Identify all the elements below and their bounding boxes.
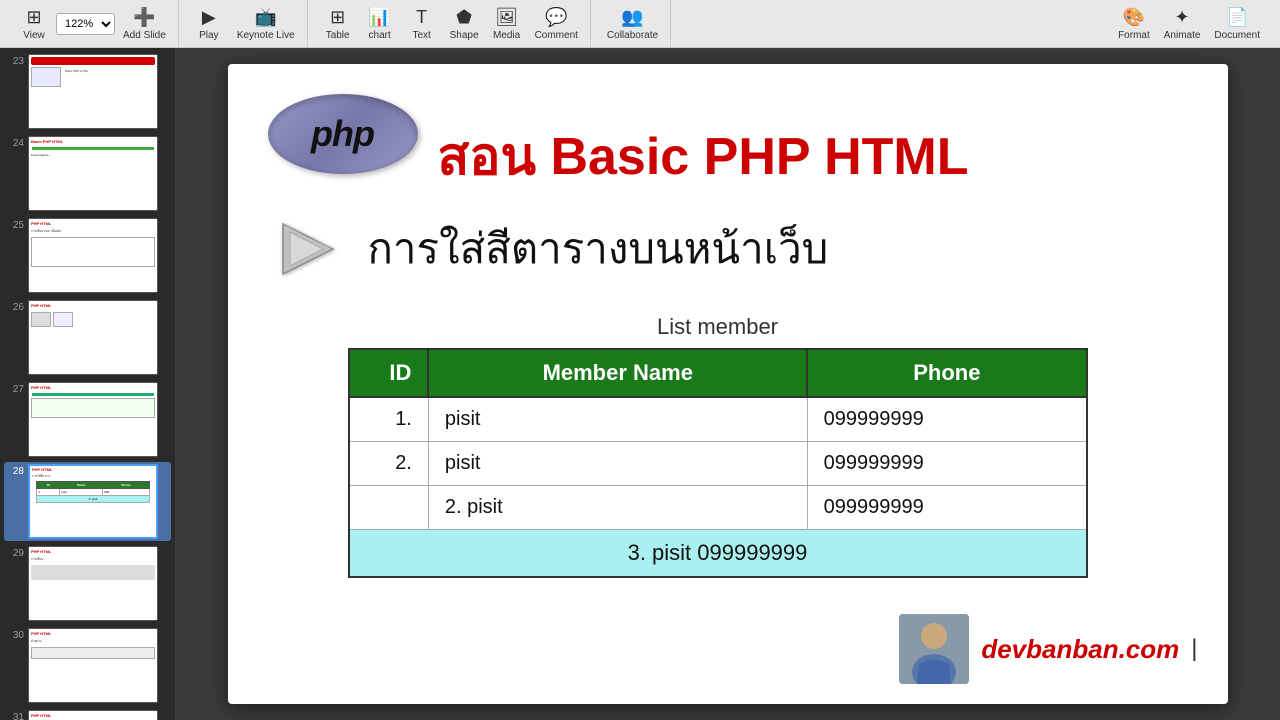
cell-id-2: 2. bbox=[349, 442, 429, 486]
cell-name-1: pisit bbox=[428, 397, 807, 442]
slide-panel: 23 Basic PHP HTML 24 Basic PHP HTML Lore… bbox=[0, 48, 175, 720]
slide-thumb-29[interactable]: 29 PHP HTML การเขียน... bbox=[4, 544, 171, 623]
slide-thumb-31[interactable]: 31 PHP HTML สอน Youtube PHP bbox=[4, 708, 171, 720]
play-group: ▶ Play 📺 Keynote Live bbox=[183, 0, 308, 47]
slide-main-title: สอน Basic PHP HTML bbox=[438, 114, 969, 197]
document-label: Document bbox=[1214, 30, 1260, 41]
slide-thumb-24[interactable]: 24 Basic PHP HTML Lorem ipsum... bbox=[4, 134, 171, 213]
add-slide-icon: ➕ bbox=[133, 7, 155, 28]
text-icon: T bbox=[416, 7, 427, 28]
chart-button[interactable]: 📊 chart bbox=[360, 5, 400, 43]
table-container: List member ID Member Name Phone 1. pisi… bbox=[348, 314, 1088, 578]
toolbar: ⊞ View 122% ➕ Add Slide ▶ Play 📺 Keynote… bbox=[0, 0, 1280, 48]
table-row: 1. pisit 099999999 bbox=[349, 397, 1087, 442]
comment-icon: 💬 bbox=[545, 7, 567, 28]
collaborate-icon: 👥 bbox=[621, 7, 643, 28]
cell-id-3 bbox=[349, 486, 429, 530]
cell-phone-1: 099999999 bbox=[807, 397, 1086, 442]
table-row: 2. pisit 099999999 bbox=[349, 486, 1087, 530]
keynote-live-icon: 📺 bbox=[255, 7, 277, 28]
format-icon: 🎨 bbox=[1123, 7, 1145, 28]
table-icon: ⊞ bbox=[330, 7, 345, 28]
avatar bbox=[899, 614, 969, 684]
comment-button[interactable]: 💬 Comment bbox=[529, 5, 584, 43]
slide-thumb-30[interactable]: 30 PHP HTML ตัวอย่าง... bbox=[4, 626, 171, 705]
th-phone: Phone bbox=[807, 349, 1086, 397]
section-title-text: การใส่สีตารางบนหน้าเว็บ bbox=[368, 216, 829, 282]
view-icon: ⊞ bbox=[26, 7, 41, 28]
add-slide-button[interactable]: ➕ Add Slide bbox=[117, 5, 172, 43]
media-icon: 🖼 bbox=[495, 7, 518, 28]
document-button[interactable]: 📄 Document bbox=[1208, 5, 1266, 43]
arrow-shape bbox=[278, 214, 348, 284]
format-button[interactable]: 🎨 Format bbox=[1112, 5, 1156, 43]
shape-label: Shape bbox=[450, 30, 479, 41]
slide-canvas: php สอน Basic PHP HTML การใส่ bbox=[228, 64, 1228, 704]
canvas-area: php สอน Basic PHP HTML การใส่ bbox=[175, 48, 1280, 720]
table-button[interactable]: ⊞ Table bbox=[318, 5, 358, 43]
view-group: ⊞ View 122% ➕ Add Slide bbox=[8, 0, 179, 47]
table-caption: List member bbox=[348, 314, 1088, 340]
cell-id-1: 1. bbox=[349, 397, 429, 442]
add-slide-label: Add Slide bbox=[123, 30, 166, 41]
animate-button[interactable]: ✦ Animate bbox=[1158, 5, 1207, 43]
animate-label: Animate bbox=[1164, 30, 1201, 41]
th-id: ID bbox=[349, 349, 429, 397]
slide-thumb-28[interactable]: 28 PHP HTML การใส่สีตาราง IDNamePhone 1.… bbox=[4, 462, 171, 541]
slide-thumb-26[interactable]: 26 PHP HTML bbox=[4, 298, 171, 377]
zoom-select[interactable]: 122% bbox=[56, 13, 115, 35]
data-table: ID Member Name Phone 1. pisit 099999999 … bbox=[348, 348, 1088, 578]
comment-label: Comment bbox=[535, 30, 578, 41]
cell-name-2: pisit bbox=[428, 442, 807, 486]
slide-thumb-25[interactable]: 25 PHP HTML การเขียน PHP เบื้องต้น bbox=[4, 216, 171, 295]
slide-thumb-27[interactable]: 27 PHP HTML bbox=[4, 380, 171, 459]
text-button[interactable]: T Text bbox=[402, 5, 442, 43]
slide-thumb-23[interactable]: 23 Basic PHP HTML bbox=[4, 52, 171, 131]
media-button[interactable]: 🖼 Media bbox=[487, 5, 527, 43]
view-button[interactable]: ⊞ View bbox=[14, 5, 54, 43]
keynote-live-button[interactable]: 📺 Keynote Live bbox=[231, 5, 301, 43]
collaborate-label: Collaborate bbox=[607, 30, 658, 41]
text-label: Text bbox=[412, 30, 430, 41]
main-layout: 23 Basic PHP HTML 24 Basic PHP HTML Lore… bbox=[0, 48, 1280, 720]
cell-phone-3: 099999999 bbox=[807, 486, 1086, 530]
php-logo: php bbox=[268, 94, 418, 174]
cell-highlight: 3. pisit 099999999 bbox=[349, 530, 1087, 578]
php-logo-text: php bbox=[311, 113, 374, 155]
site-name: devbanban.com bbox=[981, 634, 1179, 665]
table-row-highlight: 3. pisit 099999999 bbox=[349, 530, 1087, 578]
play-icon: ▶ bbox=[202, 7, 216, 28]
media-label: Media bbox=[493, 30, 520, 41]
keynote-live-label: Keynote Live bbox=[237, 30, 295, 41]
table-row: 2. pisit 099999999 bbox=[349, 442, 1087, 486]
th-name: Member Name bbox=[428, 349, 807, 397]
table-header-row: ID Member Name Phone bbox=[349, 349, 1087, 397]
animate-icon: ✦ bbox=[1175, 7, 1190, 28]
collaborate-group: 👥 Collaborate bbox=[595, 0, 671, 47]
shape-icon: ⬟ bbox=[456, 7, 472, 28]
person-avatar-icon bbox=[899, 614, 969, 684]
chart-icon: 📊 bbox=[368, 7, 390, 28]
shape-button[interactable]: ⬟ Shape bbox=[444, 5, 485, 43]
format-label: Format bbox=[1118, 30, 1150, 41]
insert-group: ⊞ Table 📊 chart T Text ⬟ Shape 🖼 Media 💬… bbox=[312, 0, 591, 47]
section-title-area: การใส่สีตารางบนหน้าเว็บ bbox=[278, 214, 829, 284]
collaborate-button[interactable]: 👥 Collaborate bbox=[601, 5, 664, 43]
table-label: Table bbox=[326, 30, 350, 41]
document-icon: 📄 bbox=[1226, 7, 1248, 28]
watermark-area: devbanban.com | bbox=[899, 614, 1197, 684]
view-options-group: 🎨 Format ✦ Animate 📄 Document bbox=[1106, 0, 1272, 47]
cursor-indicator: | bbox=[1191, 635, 1197, 663]
cell-phone-2: 099999999 bbox=[807, 442, 1086, 486]
view-label: View bbox=[23, 30, 45, 41]
chart-label: chart bbox=[369, 30, 391, 41]
arrow-icon bbox=[278, 214, 348, 284]
play-label: Play bbox=[199, 30, 218, 41]
play-button[interactable]: ▶ Play bbox=[189, 5, 229, 43]
cell-name-3: 2. pisit bbox=[428, 486, 807, 530]
